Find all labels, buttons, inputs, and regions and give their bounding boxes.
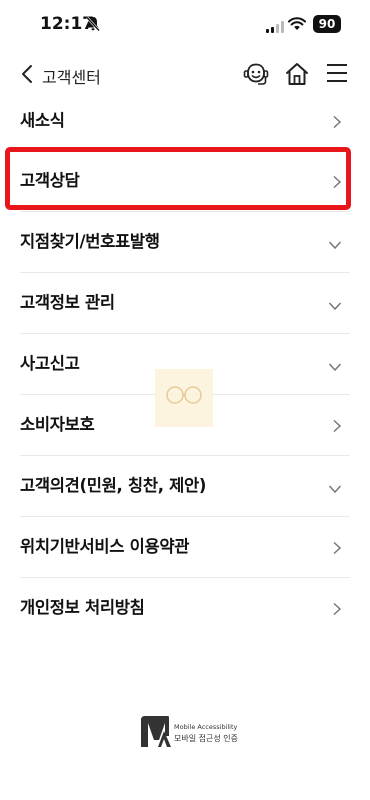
back-chevron-icon[interactable] (20, 64, 34, 84)
chevron-down-icon (328, 296, 342, 315)
menu-item-label: 새소식 (20, 111, 65, 130)
menu-item-privacy-policy[interactable]: 개인정보 처리방침 (20, 578, 350, 638)
chevron-down-icon (328, 357, 342, 376)
chevron-right-icon (332, 418, 342, 437)
bell-muted-icon (86, 16, 100, 36)
home-icon[interactable] (284, 61, 310, 91)
menu-item-customer-feedback[interactable]: 고객의견(민원, 칭찬, 제안) (20, 456, 350, 517)
highlight-frame (5, 147, 351, 210)
chevron-down-icon (328, 235, 342, 254)
menu-item-customer-info[interactable]: 고객정보 관리 (20, 273, 350, 334)
chevron-right-icon (332, 540, 342, 559)
menu-item-label: 고객의견(민원, 칭찬, 제안) (20, 476, 207, 495)
menu-item-location-terms[interactable]: 위치기반서비스 이용약관 (20, 517, 350, 578)
chevron-down-icon (328, 479, 342, 498)
menu-item-label: 소비자보호 (20, 415, 95, 434)
status-bar: 12:17 90 (0, 0, 370, 48)
menu-item-label: 지점찾기/번호표발행 (20, 232, 160, 251)
chevron-right-icon (332, 114, 342, 133)
accessibility-certification-logo: Mobile Accessibility 모바일 접근성 인증 (138, 714, 248, 754)
battery-indicator: 90 (313, 15, 341, 33)
hamburger-menu-icon[interactable] (326, 62, 348, 88)
chatbot-icon[interactable] (242, 61, 270, 93)
menu-item-news[interactable]: 새소식 (20, 91, 350, 152)
watermark-image (155, 369, 213, 427)
logo-korean-text: 모바일 접근성 인증 (174, 734, 238, 743)
menu-item-branch-finder[interactable]: 지점찾기/번호표발행 (20, 212, 350, 273)
menu-item-label: 고객정보 관리 (20, 293, 115, 312)
page-title: 고객센터 (42, 68, 101, 87)
logo-english-text: Mobile Accessibility (174, 723, 238, 731)
chevron-right-icon (332, 601, 342, 620)
cellular-signal-icon (266, 18, 284, 37)
ma-logo-icon (138, 714, 172, 754)
menu-item-label: 개인정보 처리방침 (20, 598, 145, 617)
wifi-icon (288, 16, 306, 35)
menu-item-label: 사고신고 (20, 354, 80, 373)
menu-item-label: 위치기반서비스 이용약관 (20, 537, 190, 556)
